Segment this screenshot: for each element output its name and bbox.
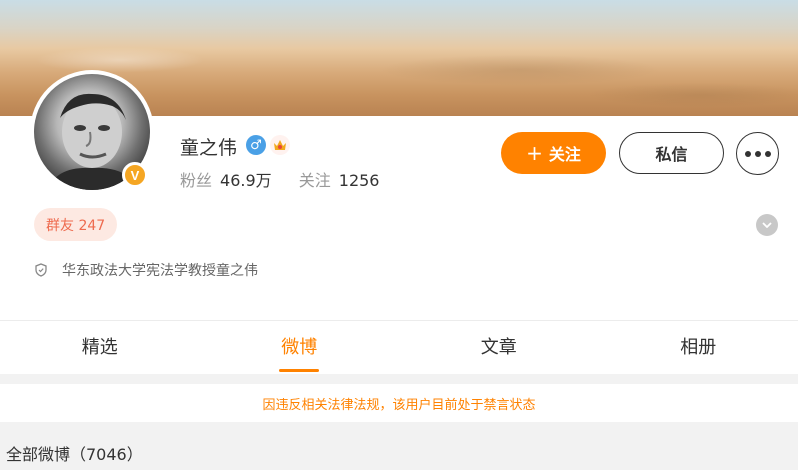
chevron-shape: [762, 222, 772, 228]
followers-label[interactable]: 粉丝: [180, 171, 212, 190]
follow-button[interactable]: + 关注: [501, 132, 606, 174]
group-badge[interactable]: 群友 247: [34, 208, 118, 241]
tab-weibo[interactable]: 微博: [200, 321, 400, 374]
male-gender-icon: ♂: [246, 135, 266, 155]
dot: [754, 150, 761, 157]
shield-icon: [34, 263, 48, 277]
chevron-down-icon[interactable]: [756, 214, 778, 236]
dot: [744, 150, 751, 157]
ban-notice: 因违反相关法律法规，该用户目前处于禁言状态: [0, 384, 798, 422]
verified-badge-icon: V: [122, 162, 148, 188]
profile-description: 华东政法大学宪法学教授童之伟: [34, 260, 258, 280]
dot: [764, 150, 771, 157]
profile-tabs: 精选 微博 文章 相册: [0, 320, 798, 374]
posts-header: 全部微博（7046）: [6, 445, 143, 464]
crown-shape: [274, 140, 286, 150]
profile-stats: 粉丝 46.9万 关注 1256: [180, 167, 379, 191]
username: 童之伟: [180, 137, 238, 159]
follow-label: 关注: [548, 145, 581, 164]
following-label[interactable]: 关注: [299, 171, 331, 190]
tab-articles[interactable]: 文章: [399, 321, 599, 374]
vip-crown-icon[interactable]: [270, 135, 290, 155]
tab-featured[interactable]: 精选: [0, 321, 200, 374]
message-button[interactable]: 私信: [619, 132, 724, 174]
more-icon[interactable]: [736, 132, 779, 175]
description-text: 华东政法大学宪法学教授童之伟: [62, 263, 258, 279]
following-count[interactable]: 1256: [339, 171, 380, 190]
plus-icon: +: [526, 141, 543, 165]
tab-albums[interactable]: 相册: [599, 321, 798, 374]
followers-count[interactable]: 46.9万: [220, 171, 272, 190]
